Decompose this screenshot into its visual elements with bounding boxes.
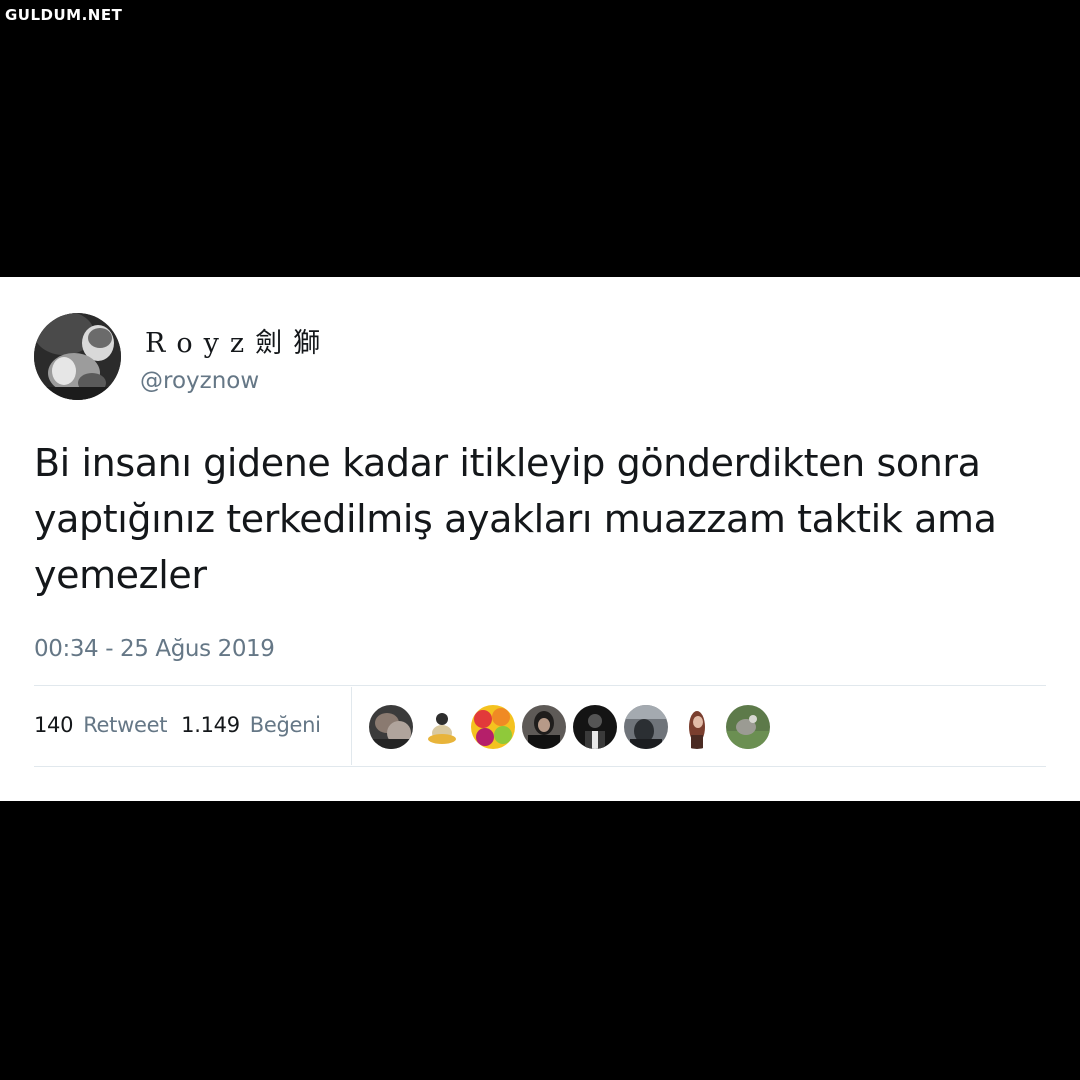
divider-top — [34, 685, 1046, 686]
site-watermark: GULDUM.NET — [5, 6, 123, 24]
display-name[interactable]: Royz劍獅 — [145, 321, 331, 360]
image-frame: GULDUM.NET Royz劍獅 @royznow Bi insanı gid… — [0, 0, 1080, 1080]
liker-avatar-8[interactable] — [726, 705, 770, 749]
profile-avatar[interactable] — [34, 313, 121, 400]
liker-avatar-1[interactable] — [369, 705, 413, 749]
retweet-label[interactable]: Retweet — [83, 713, 167, 737]
liker-avatar-6[interactable] — [624, 705, 668, 749]
liker-avatar-7[interactable] — [675, 705, 719, 749]
retweet-count[interactable]: 140 — [34, 713, 73, 737]
tweet-card: Royz劍獅 @royznow Bi insanı gidene kadar i… — [0, 277, 1080, 801]
like-label[interactable]: Beğeni — [250, 713, 321, 737]
tweet-text: Bi insanı gidene kadar itikleyip gönderd… — [34, 441, 997, 597]
engagement-stats: 140 Retweet 1.149 Beğeni — [34, 713, 335, 737]
liker-avatar-2[interactable] — [420, 705, 464, 749]
liker-avatar-5[interactable] — [573, 705, 617, 749]
liker-avatar-3[interactable] — [471, 705, 515, 749]
divider-bottom — [34, 766, 1046, 767]
liker-avatars — [369, 705, 789, 749]
liker-avatar-4[interactable] — [522, 705, 566, 749]
user-handle[interactable]: @royznow — [140, 368, 259, 394]
stats-separator — [351, 687, 352, 765]
tweet-timestamp[interactable]: 00:34 - 25 Ağus 2019 — [34, 636, 275, 662]
like-count[interactable]: 1.149 — [181, 713, 240, 737]
